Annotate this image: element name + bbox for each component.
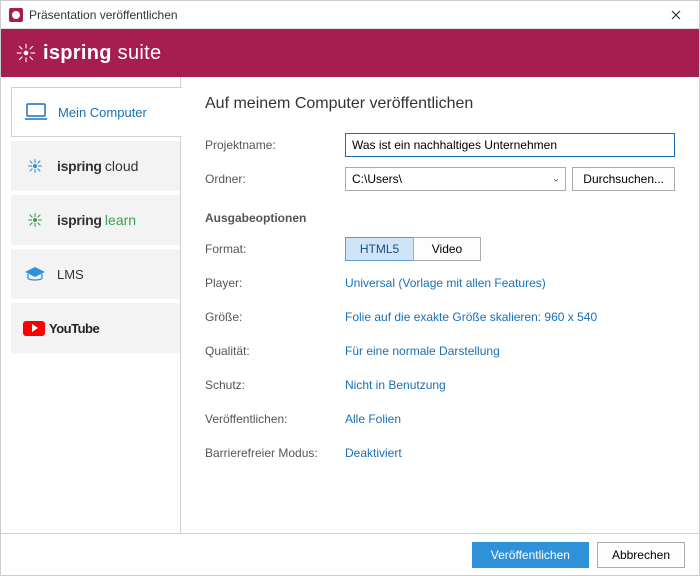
format-segmented: HTML5 Video xyxy=(345,237,481,261)
youtube-icon: YouTube xyxy=(23,321,99,336)
burst-icon xyxy=(15,42,37,64)
format-label: Format: xyxy=(205,242,345,256)
publish-button[interactable]: Veröffentlichen xyxy=(472,542,589,568)
burst-icon xyxy=(23,210,47,230)
brand-logo: ispring suite xyxy=(15,42,161,65)
footer: Veröffentlichen Abbrechen xyxy=(1,533,699,575)
sidebar-item-lms[interactable]: LMS xyxy=(11,249,181,299)
title-bar: Präsentation veröffentlichen xyxy=(1,1,699,29)
player-link[interactable]: Universal (Vorlage mit allen Features) xyxy=(345,276,546,290)
a11y-label: Barrierefreier Modus: xyxy=(205,446,345,460)
computer-icon xyxy=(24,102,48,122)
app-icon xyxy=(9,8,23,22)
player-label: Player: xyxy=(205,276,345,290)
main-panel: Auf meinem Computer veröffentlichen Proj… xyxy=(180,77,699,533)
sidebar-item-youtube[interactable]: YouTube xyxy=(11,303,181,353)
sidebar-item-ispring-learn[interactable]: ispring learn xyxy=(11,195,181,245)
protection-label: Schutz: xyxy=(205,378,345,392)
window-title: Präsentation veröffentlichen xyxy=(29,8,661,22)
format-video-button[interactable]: Video xyxy=(413,237,481,261)
sidebar-item-label: ispring cloud xyxy=(57,158,138,174)
format-html5-button[interactable]: HTML5 xyxy=(345,237,413,261)
sidebar-item-label: LMS xyxy=(57,267,84,282)
a11y-link[interactable]: Deaktiviert xyxy=(345,446,402,460)
size-label: Größe: xyxy=(205,310,345,324)
close-button[interactable] xyxy=(661,1,691,29)
content-area: Mein Computer ispring cloud ispring lear… xyxy=(1,77,699,533)
browse-button[interactable]: Durchsuchen... xyxy=(572,167,675,191)
folder-input[interactable] xyxy=(345,167,566,191)
sidebar-item-label: Mein Computer xyxy=(58,105,147,120)
quality-label: Qualität: xyxy=(205,344,345,358)
sidebar-item-ispring-cloud[interactable]: ispring cloud xyxy=(11,141,181,191)
brand-bar: ispring suite xyxy=(1,29,699,77)
project-name-input[interactable] xyxy=(345,133,675,157)
cancel-button[interactable]: Abbrechen xyxy=(597,542,685,568)
output-section-heading: Ausgabeoptionen xyxy=(205,211,675,225)
folder-label: Ordner: xyxy=(205,172,345,186)
project-name-label: Projektname: xyxy=(205,138,345,152)
brand-text: ispring suite xyxy=(43,42,161,65)
size-link[interactable]: Folie auf die exakte Größe skalieren: 96… xyxy=(345,310,597,324)
publish-link[interactable]: Alle Folien xyxy=(345,412,401,426)
sidebar: Mein Computer ispring cloud ispring lear… xyxy=(1,77,181,533)
page-title: Auf meinem Computer veröffentlichen xyxy=(205,95,675,113)
graduation-cap-icon xyxy=(23,264,47,284)
sidebar-item-label: ispring learn xyxy=(57,212,136,228)
publish-label: Veröffentlichen: xyxy=(205,412,345,426)
sidebar-item-my-computer[interactable]: Mein Computer xyxy=(11,87,182,137)
protection-link[interactable]: Nicht in Benutzung xyxy=(345,378,446,392)
quality-link[interactable]: Für eine normale Darstellung xyxy=(345,344,500,358)
burst-icon xyxy=(23,156,47,176)
